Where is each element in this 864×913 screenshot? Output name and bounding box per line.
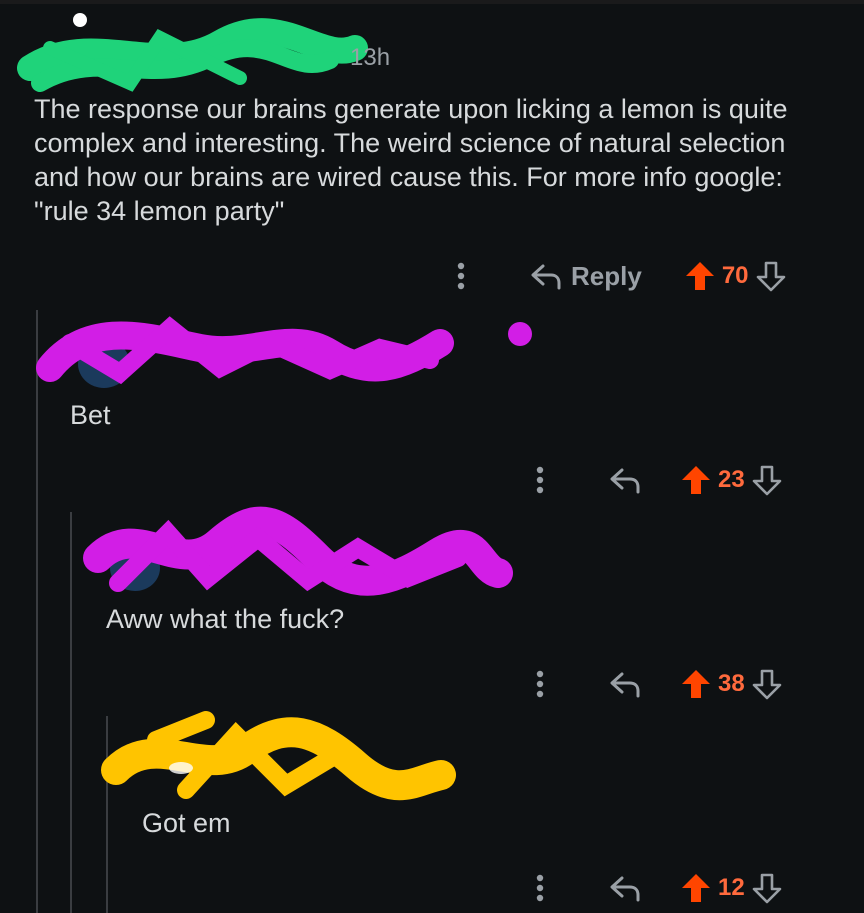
comment-timestamp: 13h <box>350 44 391 71</box>
comment-actions: 12 <box>530 868 783 908</box>
reply-arrow-icon[interactable] <box>608 874 642 902</box>
upvote-arrow-icon[interactable] <box>680 668 712 700</box>
downvote-arrow-icon[interactable] <box>751 872 783 904</box>
reply-label: Reply <box>571 260 642 291</box>
more-vertical-icon[interactable] <box>448 262 474 290</box>
reply-arrow-icon[interactable] <box>608 466 642 494</box>
comment-actions: Reply 70 <box>448 256 787 296</box>
vote-count: 23 <box>718 466 745 493</box>
redacted-username-yellow <box>101 711 456 801</box>
reply-arrow-icon <box>529 262 563 290</box>
comment-thread: 13h The response our brains generate upo… <box>0 0 864 913</box>
vote-count: 12 <box>718 874 745 901</box>
comment-body: The response our brains generate upon li… <box>34 94 788 226</box>
comment-actions: 23 <box>530 460 783 500</box>
upvote-arrow-icon[interactable] <box>680 464 712 496</box>
vote-count: 70 <box>721 262 749 289</box>
upvote-arrow-icon[interactable] <box>680 872 712 904</box>
redacted-username-magenta <box>83 506 513 596</box>
reply-button[interactable]: Reply <box>529 261 642 292</box>
redacted-username-green <box>17 13 368 92</box>
downvote-arrow-icon[interactable] <box>751 464 783 496</box>
thread-line-level-1[interactable] <box>36 310 38 913</box>
more-vertical-icon[interactable] <box>530 466 550 494</box>
comment-body: Aww what the fuck? <box>106 604 345 634</box>
vote-count: 38 <box>718 670 745 697</box>
downvote-arrow-icon[interactable] <box>755 260 787 292</box>
top-divider <box>0 0 864 4</box>
comment-body: Got em <box>142 808 231 838</box>
more-vertical-icon[interactable] <box>530 670 550 698</box>
thread-line-level-2[interactable] <box>70 512 72 913</box>
downvote-arrow-icon[interactable] <box>751 668 783 700</box>
upvote-arrow-icon[interactable] <box>684 260 716 292</box>
comment-body: Bet <box>70 400 111 430</box>
redacted-username-magenta <box>36 316 532 385</box>
more-vertical-icon[interactable] <box>530 874 550 902</box>
reply-arrow-icon[interactable] <box>608 670 642 698</box>
comment-actions: 38 <box>530 664 783 704</box>
